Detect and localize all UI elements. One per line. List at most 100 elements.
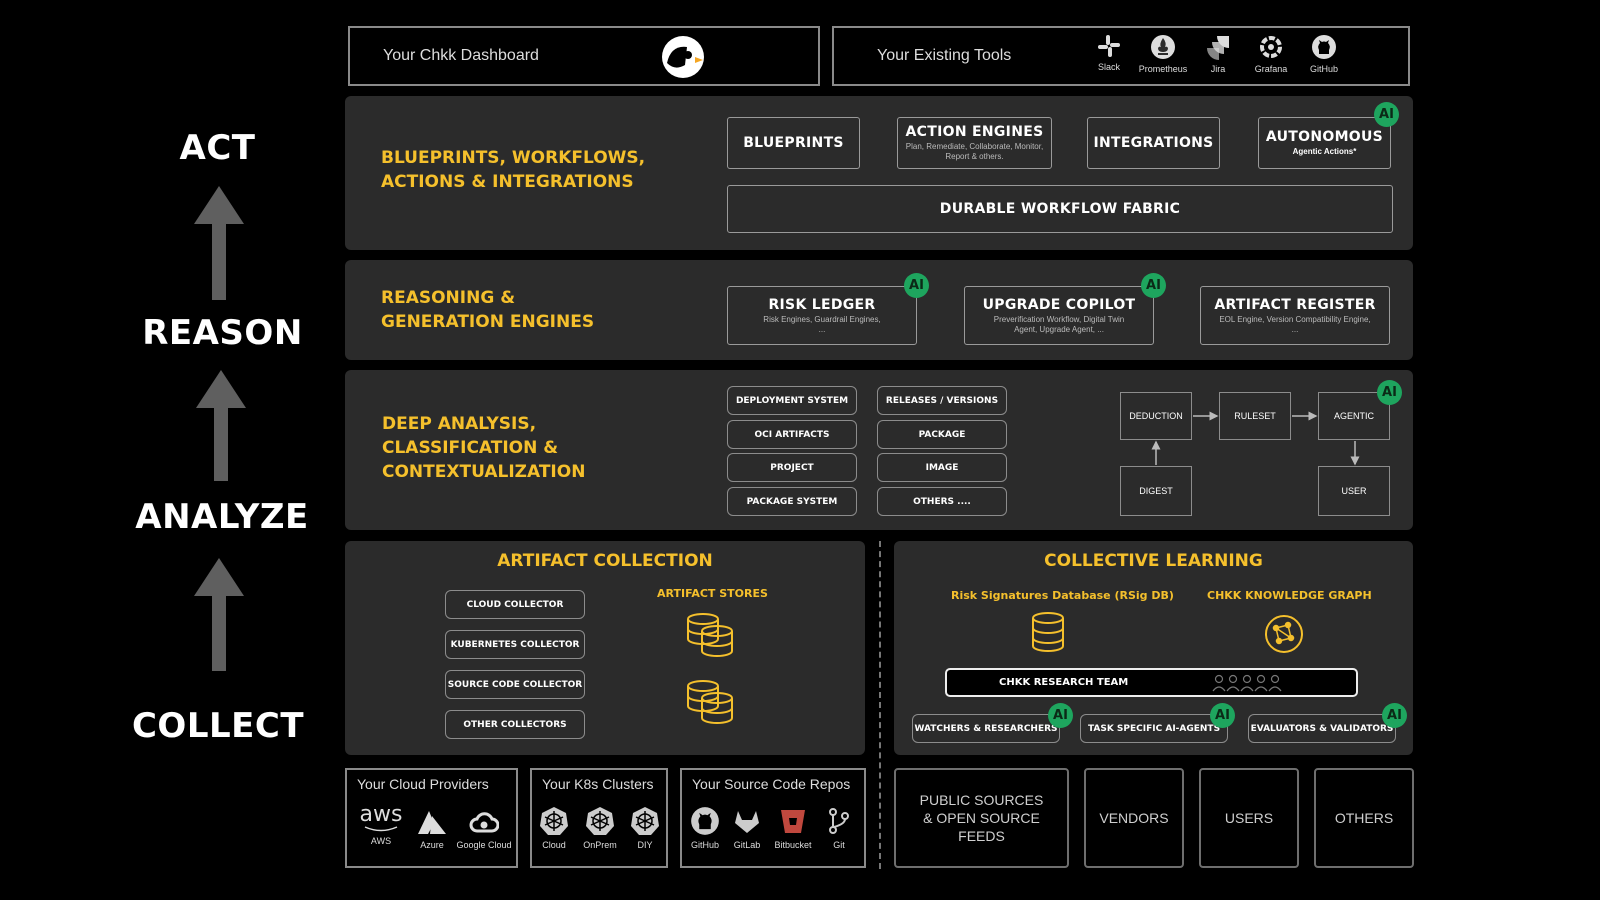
k8s-clusters-title: Your K8s Clusters bbox=[542, 776, 654, 792]
grafana-icon bbox=[1260, 36, 1282, 58]
aws-provider[interactable]: aws AWS bbox=[357, 804, 405, 847]
public-sources-line-1: PUBLIC SOURCES bbox=[919, 792, 1044, 808]
autonomous-label: AUTONOMOUS bbox=[1265, 129, 1384, 145]
github-repo-label: GitHub bbox=[690, 840, 719, 850]
package-pill[interactable]: PACKAGE bbox=[877, 420, 1007, 449]
other-collectors-pill[interactable]: OTHER COLLECTORS bbox=[445, 710, 585, 739]
grafana-tool[interactable]: Grafana bbox=[1249, 34, 1293, 74]
cloud-providers-box: Your Cloud Providers aws AWS Azure Googl… bbox=[345, 768, 518, 868]
azure-icon bbox=[418, 811, 446, 834]
azure-provider[interactable]: Azure bbox=[412, 810, 452, 850]
others-box[interactable]: OTHERS bbox=[1314, 768, 1414, 868]
grafana-label: Grafana bbox=[1254, 64, 1288, 74]
blueprints-label: BLUEPRINTS bbox=[743, 135, 844, 151]
kubernetes-collector-pill[interactable]: KUBERNETES COLLECTOR bbox=[445, 630, 585, 659]
gitlab-repo[interactable]: GitLab bbox=[730, 806, 764, 850]
knowledge-graph-title: CHKK KNOWLEDGE GRAPH bbox=[1207, 589, 1372, 602]
action-engines-box[interactable]: ACTION ENGINES Plan, Remediate, Collabor… bbox=[897, 117, 1052, 169]
ai-badge: AI bbox=[1210, 703, 1235, 728]
research-team-box[interactable]: CHKK RESEARCH TEAM bbox=[945, 668, 1358, 697]
public-sources-box[interactable]: PUBLIC SOURCES & OPEN SOURCE FEEDS bbox=[894, 768, 1069, 868]
analyze-panel-title-1: DEEP ANALYSIS, bbox=[382, 414, 537, 434]
database-stack-icon bbox=[687, 613, 733, 657]
integrations-box[interactable]: INTEGRATIONS bbox=[1087, 117, 1220, 169]
ai-badge: AI bbox=[1048, 703, 1073, 728]
kubernetes-icon bbox=[631, 807, 659, 835]
evaluators-validators-pill[interactable]: EVALUATORS & VALIDATORS bbox=[1248, 714, 1396, 743]
oci-artifacts-pill[interactable]: OCI ARTIFACTS bbox=[727, 420, 857, 449]
others-pill[interactable]: OTHERS .... bbox=[877, 487, 1007, 516]
analyze-panel-title-3: CONTEXTUALIZATION bbox=[382, 462, 586, 482]
knowledge-graph-icon bbox=[1265, 615, 1303, 653]
upgrade-copilot-box[interactable]: UPGRADE COPILOT Preverification Workflow… bbox=[964, 286, 1154, 345]
ai-badge: AI bbox=[904, 273, 929, 298]
cloud-collector-pill[interactable]: CLOUD COLLECTOR bbox=[445, 590, 585, 619]
chkk-logo-icon bbox=[661, 35, 705, 84]
prometheus-label: Prometheus bbox=[1138, 64, 1188, 74]
artifact-register-subtitle-1: EOL Engine, Version Compatibility Engine… bbox=[1219, 314, 1371, 324]
watchers-researchers-pill[interactable]: WATCHERS & RESEARCHERS bbox=[912, 714, 1060, 743]
k8s-clusters-box: Your K8s Clusters Cloud OnPrem DIY bbox=[530, 768, 668, 868]
github-icon bbox=[1312, 35, 1336, 59]
google-cloud-label: Google Cloud bbox=[456, 840, 512, 850]
google-cloud-provider[interactable]: Google Cloud bbox=[455, 810, 513, 850]
bitbucket-repo[interactable]: Bitbucket bbox=[768, 806, 818, 850]
project-pill[interactable]: PROJECT bbox=[727, 453, 857, 482]
releases-versions-pill[interactable]: RELEASES / VERSIONS bbox=[877, 386, 1007, 415]
bitbucket-label: Bitbucket bbox=[774, 840, 812, 850]
prometheus-tool[interactable]: Prometheus bbox=[1137, 34, 1189, 74]
public-sources-line-3: FEEDS bbox=[958, 828, 1005, 844]
github-repo[interactable]: GitHub bbox=[688, 806, 722, 850]
upgrade-copilot-subtitle-2: Agent, Upgrade Agent, ... bbox=[1014, 324, 1104, 334]
public-sources-line-2: & OPEN SOURCE bbox=[923, 810, 1040, 826]
research-team-label: CHKK RESEARCH TEAM bbox=[999, 677, 1129, 688]
risk-ledger-subtitle-2: ... bbox=[818, 324, 826, 334]
dashboard-label: Your Chkk Dashboard bbox=[383, 47, 539, 64]
artifact-register-box[interactable]: ARTIFACT REGISTER EOL Engine, Version Co… bbox=[1200, 286, 1390, 345]
artifact-collection-title: ARTIFACT COLLECTION bbox=[497, 551, 713, 571]
stage-collect-label: COLLECT bbox=[131, 706, 305, 746]
package-system-pill[interactable]: PACKAGE SYSTEM bbox=[727, 487, 857, 516]
ai-badge: AI bbox=[1141, 273, 1166, 298]
risk-ledger-label: RISK LEDGER bbox=[768, 296, 876, 313]
risk-ledger-box[interactable]: RISK LEDGER Risk Engines, Guardrail Engi… bbox=[727, 286, 917, 345]
jira-tool[interactable]: Jira bbox=[1198, 34, 1238, 74]
act-panel-title-1: BLUEPRINTS, WORKFLOWS, bbox=[381, 148, 646, 168]
git-repo[interactable]: Git bbox=[822, 806, 856, 850]
source-code-collector-pill[interactable]: SOURCE CODE COLLECTOR bbox=[445, 670, 585, 699]
arrow-up-icon bbox=[194, 558, 244, 671]
stage-reason-label: REASON bbox=[142, 313, 303, 353]
aws-smile-icon bbox=[364, 826, 398, 832]
k8s-diy-cluster[interactable]: DIY bbox=[628, 806, 662, 850]
vendors-box[interactable]: VENDORS bbox=[1084, 768, 1184, 868]
chkk-dashboard-box[interactable]: Your Chkk Dashboard bbox=[348, 26, 820, 86]
autonomous-box[interactable]: AUTONOMOUS Agentic Actions* bbox=[1258, 117, 1391, 169]
stage-analyze-label: ANALYZE bbox=[135, 497, 309, 537]
git-label: Git bbox=[833, 840, 845, 850]
image-pill[interactable]: IMAGE bbox=[877, 453, 1007, 482]
k8s-onprem-cluster[interactable]: OnPrem bbox=[580, 806, 620, 850]
kubernetes-icon bbox=[540, 807, 568, 835]
users-box[interactable]: USERS bbox=[1199, 768, 1299, 868]
azure-label: Azure bbox=[420, 840, 444, 850]
slack-icon bbox=[1098, 35, 1120, 57]
github-label: GitHub bbox=[1309, 64, 1338, 74]
aws-label: AWS bbox=[370, 836, 392, 846]
k8s-cloud-label: Cloud bbox=[542, 840, 566, 850]
task-specific-ai-agents-pill[interactable]: TASK SPECIFIC AI-AGENTS bbox=[1080, 714, 1228, 743]
rsig-db-title: Risk Signatures Database (RSig DB) bbox=[951, 589, 1174, 602]
flow-arrows bbox=[1151, 411, 1360, 466]
source-code-repos-box: Your Source Code Repos GitHub GitLab Bit… bbox=[680, 768, 866, 868]
upgrade-copilot-label: UPGRADE COPILOT bbox=[982, 296, 1136, 313]
slack-tool[interactable]: Slack bbox=[1089, 34, 1129, 72]
jira-label: Jira bbox=[1210, 64, 1226, 74]
existing-tools-label: Your Existing Tools bbox=[877, 47, 1012, 64]
k8s-cloud-cluster[interactable]: Cloud bbox=[537, 806, 571, 850]
github-tool[interactable]: GitHub bbox=[1304, 34, 1344, 74]
database-icon bbox=[1032, 612, 1064, 652]
deployment-system-pill[interactable]: DEPLOYMENT SYSTEM bbox=[727, 386, 857, 415]
ai-badge: AI bbox=[1374, 102, 1399, 127]
git-icon bbox=[829, 808, 849, 834]
blueprints-box[interactable]: BLUEPRINTS bbox=[727, 117, 860, 169]
durable-workflow-fabric-box[interactable]: DURABLE WORKFLOW FABRIC bbox=[727, 185, 1393, 233]
